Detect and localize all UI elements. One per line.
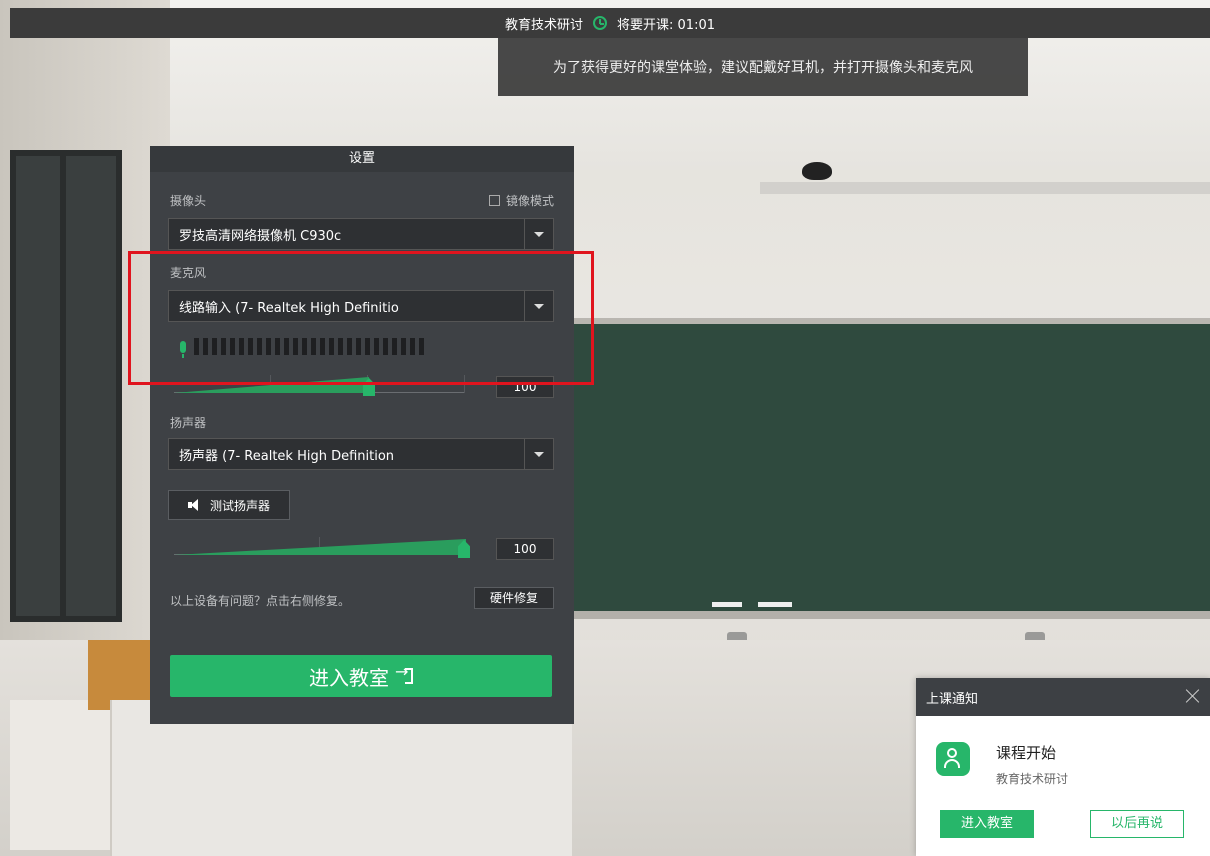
shelf xyxy=(10,700,110,850)
notification-enter-button[interactable]: 进入教室 xyxy=(940,810,1034,838)
board-rail xyxy=(760,182,1210,194)
enter-classroom-button[interactable]: 进入教室 xyxy=(170,655,552,697)
panel-title: 设置 xyxy=(150,146,574,172)
ceiling-camera xyxy=(802,162,832,180)
top-status-bar: 教育技术研讨 将要开课: 01:01 xyxy=(10,8,1210,38)
chalk xyxy=(758,602,792,607)
settings-panel: 设置 摄像头 镜像模式 罗技高清网络摄像机 C930c 麦克风 线路输入 (7-… xyxy=(150,146,574,724)
enter-classroom-label: 进入教室 xyxy=(309,665,389,690)
countdown-status: 将要开课: 01:01 xyxy=(617,17,715,33)
mirror-mode-toggle[interactable]: 镜像模式 xyxy=(488,192,554,209)
camera-select-value: 罗技高清网络摄像机 C930c xyxy=(179,228,342,244)
notification-title: 课程开始 xyxy=(996,744,1057,762)
slider-fill xyxy=(174,539,466,555)
camera-select[interactable]: 罗技高清网络摄像机 C930c xyxy=(168,218,554,250)
camera-label: 摄像头 xyxy=(170,194,207,208)
speaker-select[interactable]: 扬声器 (7- Realtek High Definition xyxy=(168,438,554,470)
chalkboard xyxy=(573,318,1210,619)
mirror-label: 镜像模式 xyxy=(505,194,554,208)
clock-icon xyxy=(593,16,608,30)
chevron-down-icon[interactable] xyxy=(524,219,553,249)
microphone-highlight-box xyxy=(128,251,594,385)
device-issue-text: 以上设备有问题？点击右侧修复。 xyxy=(170,594,351,608)
chalk xyxy=(712,602,742,607)
notification-header: 上课通知 xyxy=(916,678,1210,716)
test-speaker-button[interactable]: 测试扬声器 xyxy=(168,490,290,520)
speaker-icon xyxy=(187,499,200,511)
course-name: 教育技术研讨 xyxy=(505,17,584,33)
course-avatar-icon xyxy=(936,742,970,776)
class-notification: 上课通知 课程开始 教育技术研讨 进入教室 以后再说 xyxy=(916,678,1210,856)
enter-icon xyxy=(395,662,413,684)
notification-later-button[interactable]: 以后再说 xyxy=(1090,810,1184,838)
test-speaker-label: 测试扬声器 xyxy=(209,498,270,513)
close-icon[interactable] xyxy=(1184,687,1202,705)
speaker-volume-value[interactable]: 100 xyxy=(496,538,554,560)
hardware-fix-button[interactable]: 硬件修复 xyxy=(474,587,554,609)
speaker-label: 扬声器 xyxy=(170,416,207,430)
notification-course: 教育技术研讨 xyxy=(996,772,1069,786)
chevron-down-icon[interactable] xyxy=(524,439,553,469)
device-hint-toast: 为了获得更好的课堂体验，建议配戴好耳机，并打开摄像头和麦克风 xyxy=(498,38,1028,96)
hint-text: 为了获得更好的课堂体验，建议配戴好耳机，并打开摄像头和麦克风 xyxy=(553,60,973,76)
speaker-select-value: 扬声器 (7- Realtek High Definition xyxy=(179,448,395,464)
mirror-checkbox[interactable] xyxy=(488,195,500,206)
window xyxy=(10,150,122,622)
speaker-volume-slider[interactable] xyxy=(174,536,470,558)
notification-header-title: 上课通知 xyxy=(926,691,979,707)
